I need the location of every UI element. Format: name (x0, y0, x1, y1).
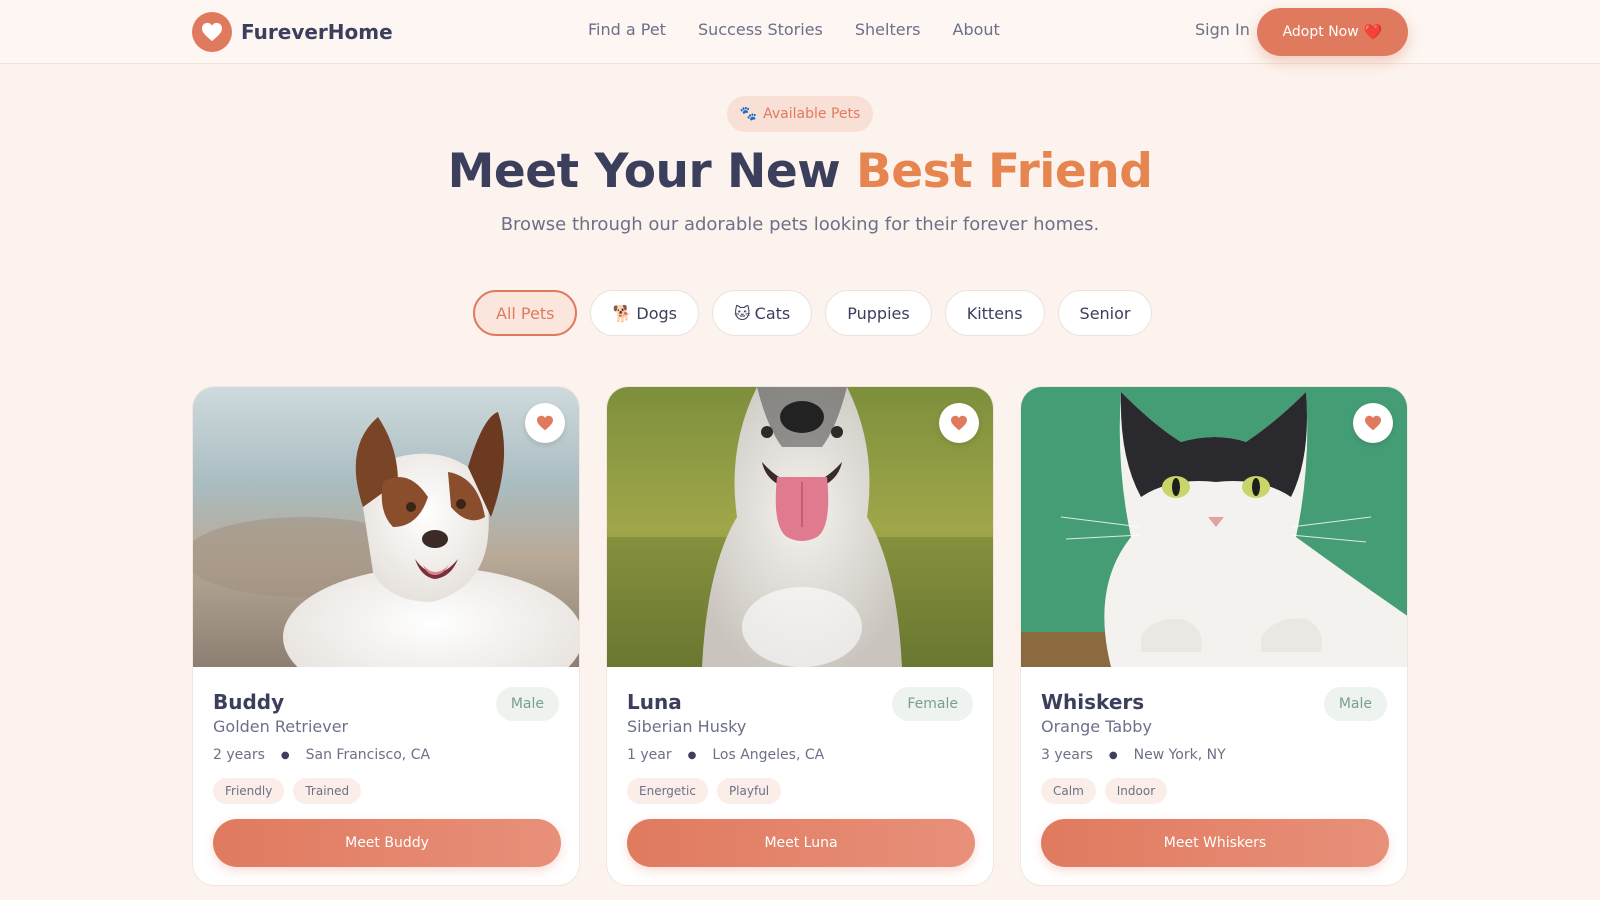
pet-tag: Calm (1041, 778, 1096, 804)
pet-card-luna[interactable]: Luna Female Siberian Husky 1 year ● Los … (606, 386, 994, 886)
pet-meta: 1 year ● Los Angeles, CA (627, 747, 824, 763)
heart-icon (192, 12, 232, 52)
cat-icon: 🐱 (733, 303, 751, 323)
meet-pet-button[interactable]: Meet Whiskers (1041, 819, 1389, 867)
meet-pet-button[interactable]: Meet Buddy (213, 819, 561, 867)
pet-tags: Energetic Playful (627, 778, 790, 804)
pet-tag: Friendly (213, 778, 285, 804)
pet-breed: Siberian Husky (627, 717, 747, 736)
separator-dot: ● (280, 749, 290, 761)
pet-tag: Playful (716, 778, 782, 804)
filter-senior[interactable]: Senior (1057, 290, 1153, 336)
adopt-now-label: Adopt Now (1282, 24, 1359, 40)
pet-meta: 3 years ● New York, NY (1041, 747, 1226, 763)
nav-find-a-pet[interactable]: Find a Pet (588, 20, 666, 39)
pet-tag: Energetic (627, 778, 708, 804)
pet-card-buddy[interactable]: Buddy Male Golden Retriever 2 years ● Sa… (192, 386, 580, 886)
favorite-heart-icon[interactable] (939, 403, 979, 443)
gender-badge: Male (1323, 687, 1387, 721)
paw-icon: 🐾 (739, 106, 758, 122)
brand-logo[interactable]: FureverHome (192, 12, 393, 52)
filter-label: Puppies (847, 303, 910, 323)
pet-name: Whiskers (1041, 690, 1145, 714)
available-pets-badge: 🐾 Available Pets (727, 96, 873, 132)
filter-dogs[interactable]: 🐕 Dogs (590, 290, 699, 336)
separator-dot: ● (1108, 749, 1118, 761)
favorite-heart-icon[interactable] (525, 403, 565, 443)
red-heart-icon: ❤️ (1363, 23, 1383, 41)
pet-age: 1 year (627, 747, 672, 763)
filter-kittens[interactable]: Kittens (944, 290, 1045, 336)
filter-label: Cats (754, 303, 791, 323)
filter-label: Dogs (636, 303, 677, 323)
meet-pet-button[interactable]: Meet Luna (627, 819, 975, 867)
gender-badge: Female (892, 687, 973, 721)
pet-breed: Orange Tabby (1041, 717, 1152, 736)
pet-location: San Francisco, CA (305, 747, 431, 763)
filter-all-pets[interactable]: All Pets (473, 290, 578, 336)
husky-photo[interactable] (607, 387, 993, 667)
pet-breed: Golden Retriever (213, 717, 349, 736)
badge-label: Available Pets (763, 106, 861, 122)
filter-label: Senior (1079, 303, 1131, 323)
pet-location: Los Angeles, CA (712, 747, 825, 763)
pet-name: Luna (627, 690, 682, 714)
pet-tag: Indoor (1104, 778, 1168, 804)
pet-tags: Calm Indoor (1041, 778, 1176, 804)
filter-puppies[interactable]: Puppies (825, 290, 932, 336)
dog-photo[interactable] (193, 387, 579, 667)
filter-label: Kittens (966, 303, 1023, 323)
site-header: FureverHome Find a Pet Success Stories S… (0, 0, 1600, 64)
pet-tags: Friendly Trained (213, 778, 370, 804)
sign-in-link[interactable]: Sign In (1195, 20, 1250, 39)
dog-icon: 🐕 (612, 303, 633, 323)
nav-about[interactable]: About (953, 20, 1000, 39)
pet-location: New York, NY (1133, 747, 1226, 763)
adopt-now-button[interactable]: Adopt Now ❤️ (1257, 8, 1408, 56)
favorite-heart-icon[interactable] (1353, 403, 1393, 443)
pet-card-whiskers[interactable]: Whiskers Male Orange Tabby 3 years ● New… (1020, 386, 1408, 886)
pet-age: 2 years (213, 747, 265, 763)
filter-label: All Pets (496, 303, 555, 323)
pet-name: Buddy (213, 690, 285, 714)
cat-photo[interactable] (1021, 387, 1407, 667)
nav-success-stories[interactable]: Success Stories (698, 20, 823, 39)
separator-dot: ● (687, 749, 697, 761)
brand-name: FureverHome (241, 20, 393, 44)
gender-badge: Male (495, 687, 559, 721)
nav-shelters[interactable]: Shelters (855, 20, 921, 39)
title-main: Meet Your New (447, 144, 856, 199)
pet-meta: 2 years ● San Francisco, CA (213, 747, 430, 763)
filter-bar: All Pets 🐕 Dogs 🐱 Cats Puppies Kittens S… (473, 290, 1165, 336)
filter-cats[interactable]: 🐱 Cats (711, 290, 813, 336)
pet-age: 3 years (1041, 747, 1093, 763)
main-nav: Find a Pet Success Stories Shelters Abou… (588, 20, 1032, 39)
pet-tag: Trained (293, 778, 362, 804)
page-title: Meet Your New Best Friend (0, 144, 1600, 199)
title-accent: Best Friend (855, 144, 1153, 199)
page-subtitle: Browse through our adorable pets looking… (500, 214, 1100, 235)
